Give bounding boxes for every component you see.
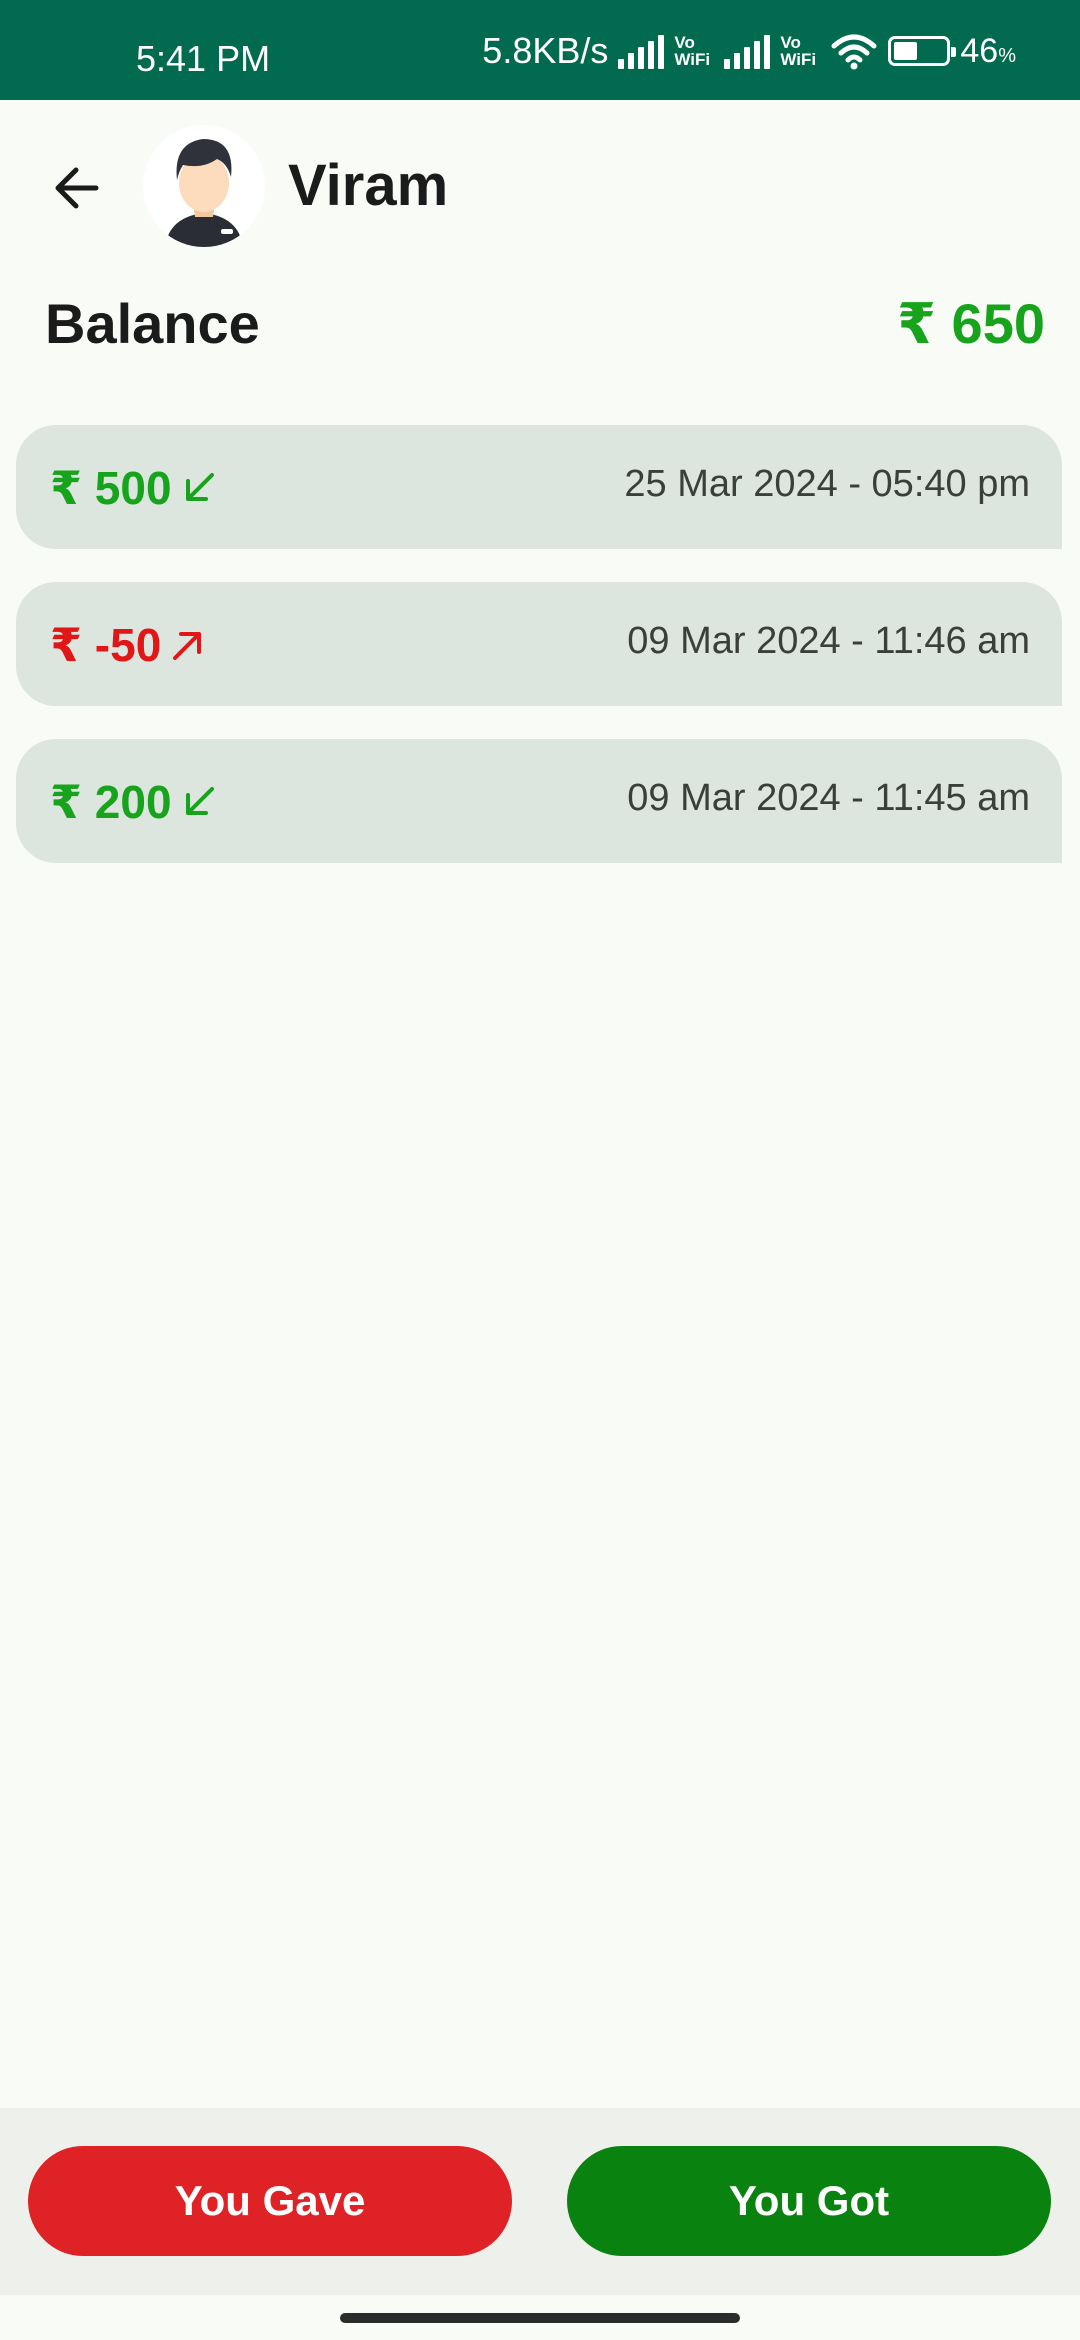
battery-icon [888,36,957,66]
transaction-amount: ₹ 500 [50,461,218,515]
balance-value: ₹ 650 [897,292,1045,355]
transaction-amount: ₹ 200 [50,775,218,829]
transaction-amount: ₹ -50 [50,618,207,672]
you-got-button[interactable]: You Got [567,2146,1051,2256]
transaction-row[interactable]: ₹ 500 25 Mar 2024 - 05:40 pm [16,425,1062,549]
action-bar: You Gave You Got [0,2108,1080,2295]
battery-percent: 46% [960,31,1016,70]
vowifi-badge-2: Vo WiFi [780,33,817,69]
user-avatar-icon [165,139,243,247]
status-time: 5:41 PM [136,38,271,79]
contact-name: Viram [288,153,449,218]
transaction-date: 09 Mar 2024 - 11:45 am [627,777,1030,819]
arrow-up-right-icon [173,632,202,660]
arrow-left-icon[interactable] [50,160,106,216]
status-bar: 5:41 PM 5.8KB/s Vo WiFi Vo WiFi 46% [0,0,1080,100]
balance-label: Balance [45,292,260,355]
signal-icon-2 [724,33,771,69]
balance-row: Balance ₹ 650 [45,285,1045,365]
vowifi-badge: Vo WiFi [674,33,711,69]
transaction-date: 09 Mar 2024 - 11:46 am [627,620,1030,662]
home-indicator[interactable] [340,2313,740,2323]
arrow-down-left-icon [185,787,214,815]
transaction-row[interactable]: ₹ 200 09 Mar 2024 - 11:45 am [16,739,1062,863]
network-speed: 5.8KB/s [482,30,609,71]
wifi-icon [831,34,877,70]
status-indicators: 5.8KB/s Vo WiFi Vo WiFi 46% [482,30,1016,72]
signal-icon [618,33,665,69]
arrow-down-left-icon [185,473,214,501]
contact-header: Viram [0,100,1080,280]
avatar [143,125,265,247]
transaction-row[interactable]: ₹ -50 09 Mar 2024 - 11:46 am [16,582,1062,706]
transaction-date: 25 Mar 2024 - 05:40 pm [624,463,1030,505]
you-gave-button[interactable]: You Gave [28,2146,512,2256]
